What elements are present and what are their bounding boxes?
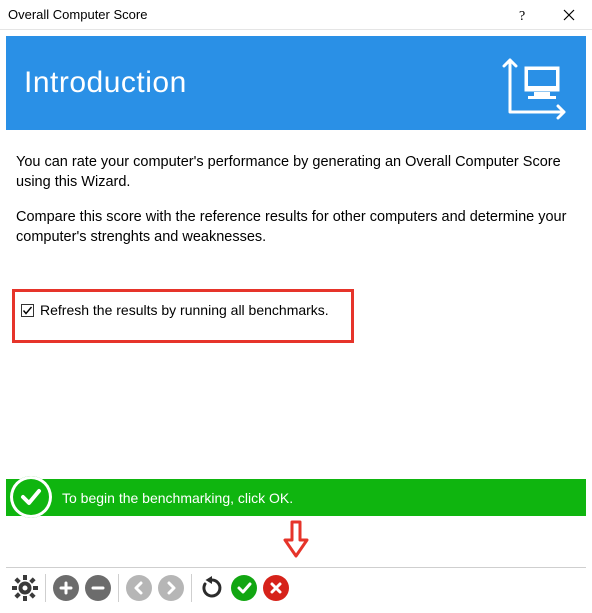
gear-icon — [12, 575, 38, 601]
help-button[interactable]: ? — [500, 0, 546, 30]
arrow-left-icon — [126, 575, 152, 601]
status-area: To begin the benchmarking, click OK. — [6, 479, 586, 560]
plus-icon — [53, 575, 79, 601]
status-check-icon — [10, 476, 52, 518]
status-bar: To begin the benchmarking, click OK. — [6, 479, 586, 516]
cancel-button[interactable] — [261, 573, 291, 603]
computer-score-icon — [498, 46, 574, 122]
paragraph-2: Compare this score with the reference re… — [16, 207, 576, 248]
toolbar — [6, 567, 586, 607]
refresh-benchmarks-checkbox[interactable] — [21, 304, 34, 317]
back-button[interactable] — [124, 573, 154, 603]
checkmark-icon — [22, 305, 33, 316]
body-text: You can rate your computer's performance… — [6, 130, 586, 271]
titlebar: Overall Computer Score ? — [0, 0, 592, 30]
window-title: Overall Computer Score — [8, 7, 500, 22]
ok-button[interactable] — [229, 573, 259, 603]
forward-button[interactable] — [156, 573, 186, 603]
arrow-right-icon — [158, 575, 184, 601]
arrow-down-icon — [281, 520, 311, 560]
wizard-header: Introduction — [6, 36, 586, 130]
paragraph-1: You can rate your computer's performance… — [16, 152, 576, 193]
toolbar-separator — [45, 574, 46, 602]
refresh-icon — [200, 576, 224, 600]
page-heading: Introduction — [24, 66, 187, 100]
settings-button[interactable] — [10, 573, 40, 603]
svg-text:?: ? — [519, 9, 525, 22]
cancel-icon — [263, 575, 289, 601]
zoom-out-button[interactable] — [83, 573, 113, 603]
refresh-benchmarks-label: Refresh the results by running all bench… — [40, 302, 329, 318]
help-icon: ? — [518, 8, 528, 22]
content: Introduction You can rate your computer'… — [0, 30, 592, 343]
zoom-in-button[interactable] — [51, 573, 81, 603]
close-button[interactable] — [546, 0, 592, 30]
check-icon — [231, 575, 257, 601]
close-icon — [563, 9, 575, 21]
toolbar-separator — [118, 574, 119, 602]
toolbar-separator — [191, 574, 192, 602]
refresh-button[interactable] — [197, 573, 227, 603]
status-text: To begin the benchmarking, click OK. — [62, 490, 293, 506]
instruction-arrow — [6, 520, 586, 560]
refresh-benchmarks-option[interactable]: Refresh the results by running all bench… — [12, 289, 354, 343]
minus-icon — [85, 575, 111, 601]
